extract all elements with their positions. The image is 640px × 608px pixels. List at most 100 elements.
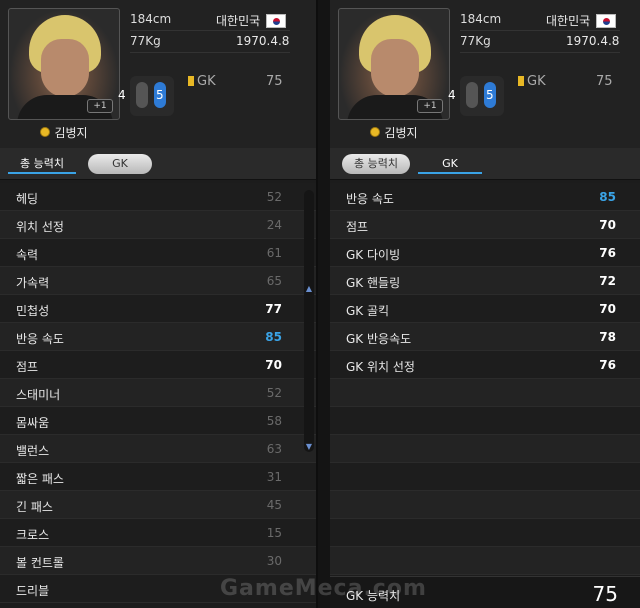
tab-gk[interactable]: GK [88,154,152,174]
scroll-up-icon[interactable]: ▲ [304,284,314,294]
position-card-icon [518,76,524,86]
stat-label: 점프 [346,220,369,234]
stat-row: 짧은 패스 31 [0,463,316,491]
enhance-badge: +1 [417,99,443,113]
stat-row: 밸런스 63 [0,435,316,463]
stat-label: 크로스 [16,528,50,542]
watermark: GameMeca.com [220,576,427,601]
stat-value: 63 [266,442,282,456]
tab-total-stats[interactable]: 총 능력치 [342,154,410,174]
stat-label: 헤딩 [16,192,39,206]
stat-label: 민첩성 [16,304,50,318]
stat-row [330,463,640,491]
left-foot-icon [466,82,478,108]
stat-row: 크로스 15 [0,519,316,547]
country-name: 대한민국 [216,14,261,28]
stat-label: GK 반응속도 [346,332,412,346]
stat-value: 58 [266,414,282,428]
enhance-badge: +1 [87,99,113,113]
stat-row: 반응 속도 85 [0,323,316,351]
stat-label: 볼 컨트롤 [16,556,64,570]
stat-label: 드리블 [16,584,50,598]
stat-list: 헤딩 52 위치 선정 24 속력 61 가속력 65 민첩성 77 반응 속도 85 점프 70 스태미너… [0,183,316,603]
stat-row: 볼 컨트롤 30 [0,547,316,575]
height-value: 184cm [460,12,502,26]
position-rating: 75 [596,74,613,89]
summary-value: 75 [592,582,618,606]
stat-row: 속력 61 [0,239,316,267]
stat-label: 속력 [16,248,39,262]
player-header: +1 김병지 184cm 77Kg 대한민국 1970.4.8 4 5 GK 7… [0,0,316,148]
stat-row: 긴 패스 45 [0,491,316,519]
birth-date: 1970.4.8 [236,34,290,48]
stat-row: GK 위치 선정 76 [330,351,640,379]
stat-label: GK 위치 선정 [346,360,415,374]
stat-row: 점프 70 [0,351,316,379]
scrollbar[interactable] [304,190,314,452]
stat-value: 72 [599,274,616,288]
stat-label: 긴 패스 [16,500,53,514]
stat-label: 밸런스 [16,444,50,458]
right-foot-value: 5 [486,88,494,102]
coin-icon [370,127,381,137]
country-name: 대한민국 [546,14,591,28]
stat-row: 위치 선정 24 [0,211,316,239]
nationality: 대한민국 [216,12,287,29]
stat-value: 30 [266,554,282,568]
stat-row [330,407,640,435]
stat-row: 점프 70 [330,211,640,239]
stat-row: 몸싸움 58 [0,407,316,435]
stat-value: 52 [266,190,282,204]
player-photo: +1 [8,8,120,120]
foot-indicator: 4 5 [448,76,504,116]
stat-value: 52 [266,386,282,400]
stat-value: 31 [266,470,282,484]
left-foot-value: 4 [448,88,456,102]
player-name: 김병지 [54,125,88,140]
stat-row [330,519,640,547]
stat-tabs: 총 능력치 GK [0,148,316,180]
player-card-right: +1 김병지 184cm 77Kg 대한민국 1970.4.8 4 5 GK 7… [330,0,640,608]
stat-label: 반응 속도 [16,332,64,346]
stat-value: 76 [599,358,616,372]
stat-value: 77 [265,302,282,316]
tab-gk[interactable]: GK [418,154,482,174]
korea-flag-icon [596,13,617,28]
left-foot-value: 4 [118,88,126,102]
tab-total-stats[interactable]: 총 능력치 [8,154,76,174]
player-name-row: 김병지 [330,124,458,140]
player-header: +1 김병지 184cm 77Kg 대한민국 1970.4.8 4 5 GK 7… [330,0,640,148]
position-card-icon [188,76,194,86]
position-rating: 75 [266,74,283,89]
stat-label: 스태미너 [16,388,61,402]
stat-row: 반응 속도 85 [330,183,640,211]
left-foot-icon [136,82,148,108]
stat-label: GK 골킥 [346,304,390,318]
stat-label: 가속력 [16,276,50,290]
stat-label: 점프 [16,360,39,374]
stat-value: 70 [599,218,616,232]
stat-label: 몸싸움 [16,416,50,430]
stat-value: 78 [599,330,616,344]
stat-value: 85 [599,190,616,204]
birth-date: 1970.4.8 [566,34,620,48]
nationality: 대한민국 [546,12,617,29]
weight-value: 77Kg [460,34,491,48]
stat-label: GK 핸들링 [346,276,401,290]
height-value: 184cm [130,12,172,26]
stat-value: 24 [266,218,282,232]
stat-row [330,547,640,575]
stat-label: GK 다이빙 [346,248,401,262]
stat-label: 반응 속도 [346,192,394,206]
stat-label: 위치 선정 [16,220,64,234]
scroll-down-icon[interactable]: ▼ [304,442,314,452]
stat-row: GK 핸들링 72 [330,267,640,295]
stat-row: 민첩성 77 [0,295,316,323]
stat-row: GK 골킥 70 [330,295,640,323]
position-label: GK [197,74,216,89]
stat-row [330,379,640,407]
stat-value: 85 [265,330,282,344]
korea-flag-icon [266,13,287,28]
stat-value: 65 [266,274,282,288]
stat-row: 헤딩 52 [0,183,316,211]
